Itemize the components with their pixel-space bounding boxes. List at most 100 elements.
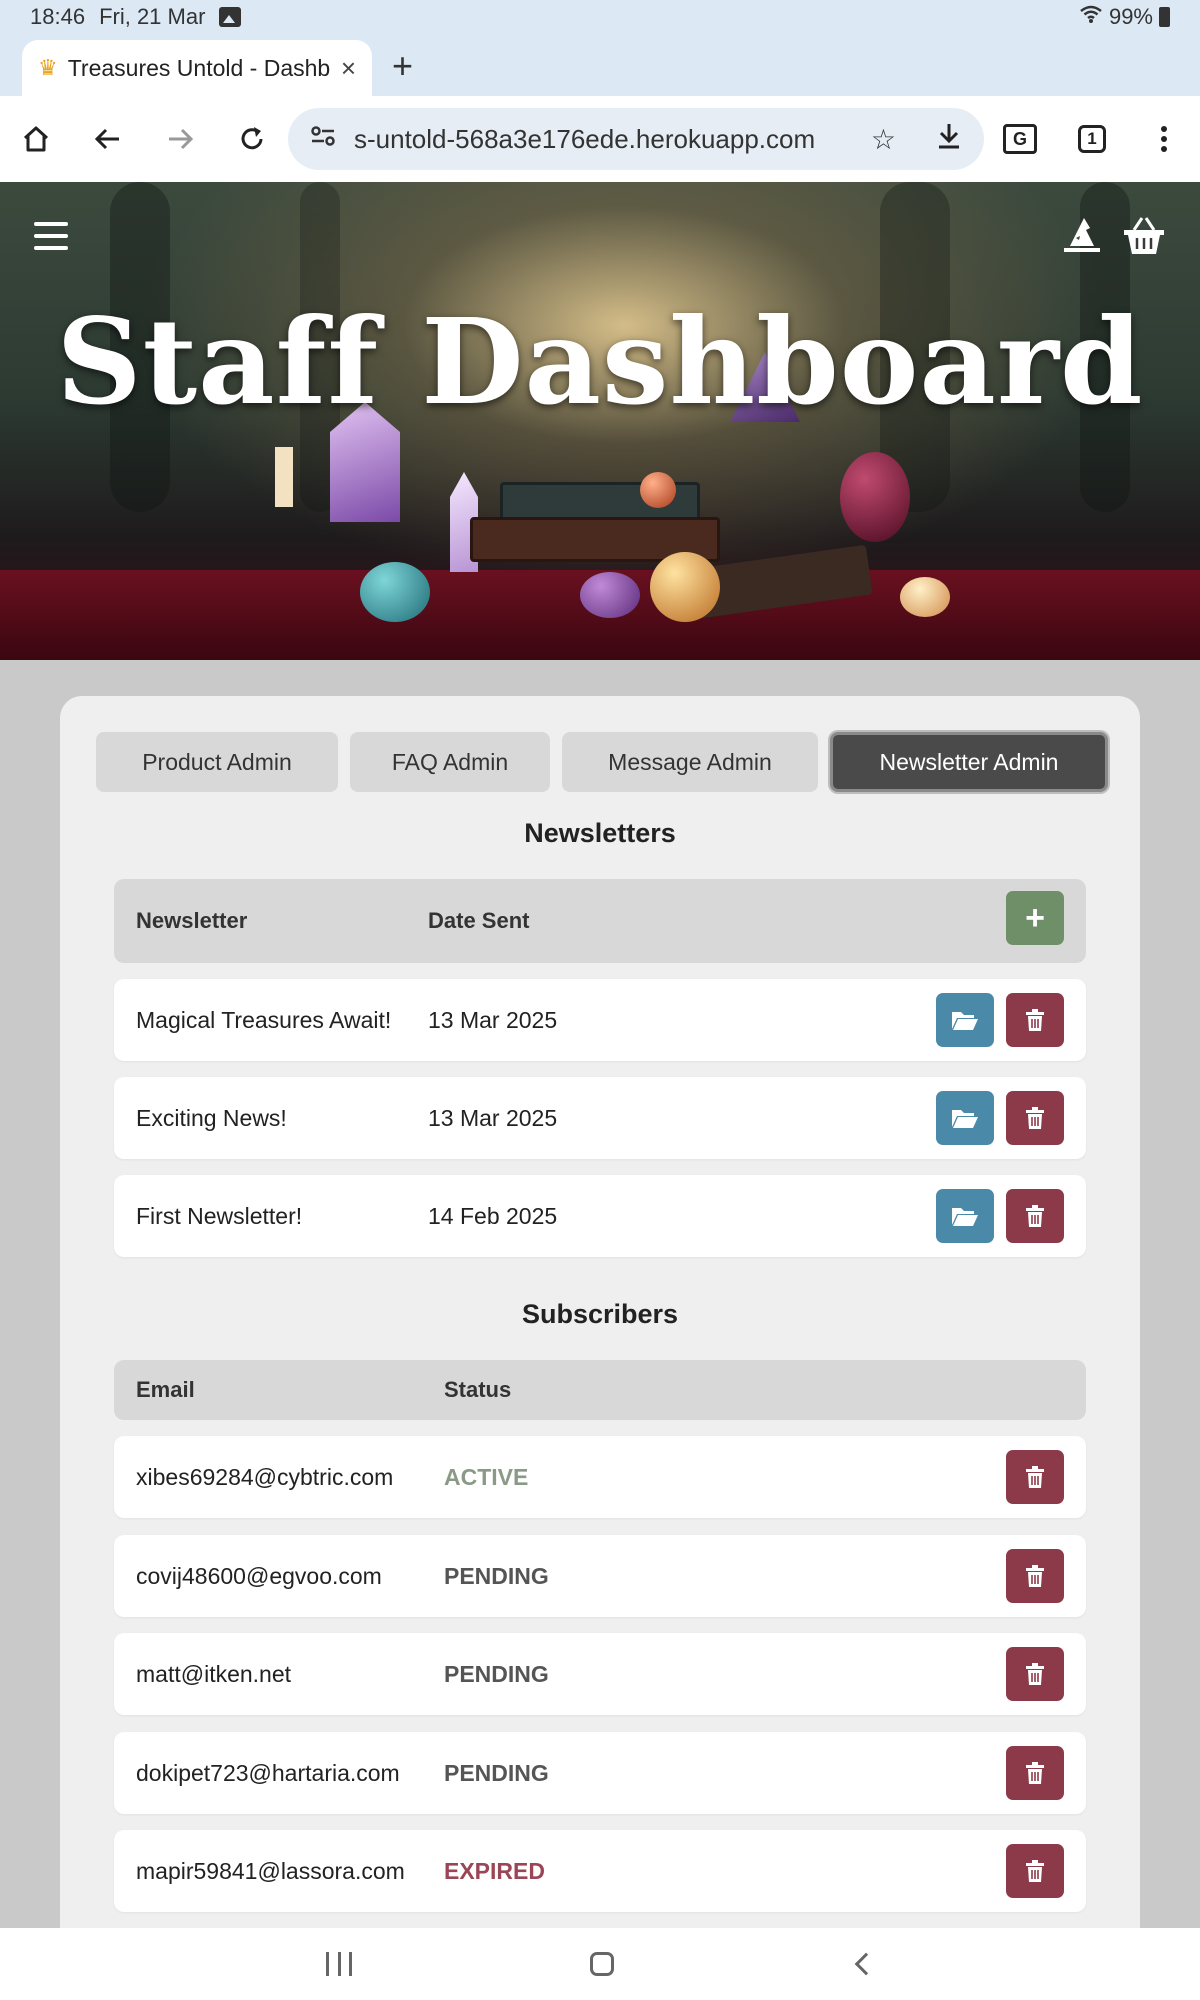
- newsletter-name: Magical Treasures Await!: [136, 1006, 392, 1033]
- folder-open-icon: [952, 1012, 978, 1030]
- bookmark-star-icon[interactable]: ☆: [871, 123, 896, 156]
- home-icon[interactable]: [6, 96, 66, 182]
- battery-percent: 99%: [1108, 4, 1153, 29]
- subscriber-email: mapir59841@lassora.com: [136, 1857, 405, 1884]
- table-row: First Newsletter! 14 Feb 2025: [114, 1175, 1086, 1257]
- column-header-newsletter: Newsletter: [136, 908, 248, 933]
- delete-subscriber-button[interactable]: [1006, 1549, 1064, 1603]
- hero-red-crystal: [640, 472, 676, 508]
- status-badge: PENDING: [444, 1562, 549, 1589]
- newsletter-date: 13 Mar 2025: [428, 1006, 558, 1033]
- open-newsletter-button[interactable]: [936, 1091, 994, 1145]
- new-tab-button[interactable]: +: [392, 44, 413, 88]
- subscribers-table-header: Email Status: [114, 1360, 1086, 1420]
- clock-time: 18:46: [30, 4, 86, 29]
- wizard-hat-icon[interactable]: [1062, 214, 1102, 254]
- open-newsletter-button[interactable]: [936, 993, 994, 1047]
- delete-subscriber-button[interactable]: [1006, 1844, 1064, 1898]
- trash-icon: [1026, 1762, 1044, 1784]
- delete-newsletter-button[interactable]: [1006, 993, 1064, 1047]
- status-badge: PENDING: [444, 1759, 549, 1786]
- system-status-bar: 18:46 Fri, 21 Mar 99%: [0, 0, 1200, 34]
- column-header-date-sent: Date Sent: [428, 908, 530, 933]
- forward-arrow-icon[interactable]: [150, 96, 210, 182]
- basket-icon[interactable]: [1122, 216, 1166, 256]
- table-row: xibes69284@cybtric.com ACTIVE: [114, 1436, 1086, 1518]
- delete-subscriber-button[interactable]: [1006, 1746, 1064, 1800]
- table-row: dokipet723@hartaria.com PENDING: [114, 1732, 1086, 1814]
- column-header-status: Status: [444, 1377, 512, 1402]
- gallery-notification-icon: [219, 7, 242, 27]
- battery-icon: [1159, 7, 1170, 27]
- newsletter-date: 14 Feb 2025: [428, 1202, 558, 1229]
- newsletters-table-header: Newsletter Date Sent +: [114, 879, 1086, 963]
- close-tab-icon[interactable]: ×: [341, 53, 356, 84]
- wifi-icon: [1079, 4, 1103, 30]
- status-badge: EXPIRED: [444, 1857, 545, 1884]
- trash-icon: [1026, 1663, 1044, 1685]
- add-newsletter-button[interactable]: +: [1006, 891, 1064, 945]
- download-icon[interactable]: [936, 122, 962, 157]
- back-arrow-icon[interactable]: [78, 96, 138, 182]
- browser-toolbar: s-untold-568a3e176ede.herokuapp.com ☆ G …: [0, 96, 1200, 182]
- tab-product-admin[interactable]: Product Admin: [96, 732, 338, 792]
- table-row: mapir59841@lassora.com EXPIRED: [114, 1830, 1086, 1912]
- newsletter-name: First Newsletter!: [136, 1202, 303, 1229]
- delete-subscriber-button[interactable]: [1006, 1647, 1064, 1701]
- address-bar[interactable]: s-untold-568a3e176ede.herokuapp.com ☆: [288, 108, 984, 170]
- newsletters-heading: Newsletters: [524, 818, 676, 848]
- folder-open-icon: [952, 1110, 978, 1128]
- delete-newsletter-button[interactable]: [1006, 1189, 1064, 1243]
- delete-newsletter-button[interactable]: [1006, 1091, 1064, 1145]
- clock-date: Fri, 21 Mar: [99, 4, 206, 29]
- hero-candle: [275, 447, 293, 507]
- trash-icon: [1026, 1466, 1044, 1488]
- hero-potion-bottle: [840, 452, 910, 542]
- subscriber-email: covij48600@egvoo.com: [136, 1562, 382, 1589]
- open-newsletter-button[interactable]: [936, 1189, 994, 1243]
- hero-amethyst-stone: [580, 572, 640, 618]
- subscriber-email: xibes69284@cybtric.com: [136, 1463, 394, 1490]
- status-badge: ACTIVE: [444, 1463, 529, 1490]
- tab-switcher-button[interactable]: 1: [1062, 96, 1122, 182]
- hero-turquoise-stone: [360, 562, 430, 622]
- trash-icon: [1026, 1860, 1044, 1882]
- site-settings-icon[interactable]: [310, 125, 336, 154]
- system-navigation-bar: [0, 1928, 1200, 2000]
- hamburger-menu-icon[interactable]: [34, 222, 68, 250]
- more-options-icon[interactable]: [1134, 96, 1194, 182]
- table-row: Magical Treasures Await! 13 Mar 2025: [114, 979, 1086, 1061]
- tab-message-admin[interactable]: Message Admin: [562, 732, 818, 792]
- back-nav-icon[interactable]: [854, 1952, 878, 1976]
- hero-candle-glow: [900, 577, 950, 617]
- browser-tab-title: Treasures Untold - Dashb: [67, 54, 331, 81]
- folder-open-icon: [952, 1208, 978, 1226]
- subscribers-heading: Subscribers: [521, 1299, 679, 1329]
- delete-subscriber-button[interactable]: [1006, 1450, 1064, 1504]
- tab-faq-admin[interactable]: FAQ Admin: [350, 732, 550, 792]
- tab-count: 1: [1078, 125, 1106, 153]
- page-title: Staff Dashboard: [56, 292, 1144, 431]
- newsletter-name: Exciting News!: [136, 1104, 287, 1131]
- trash-icon: [1026, 1107, 1044, 1129]
- trash-icon: [1026, 1565, 1044, 1587]
- tab-newsletter-admin[interactable]: Newsletter Admin: [830, 732, 1108, 792]
- status-badge: PENDING: [444, 1660, 549, 1687]
- translate-icon: G: [1003, 124, 1037, 154]
- dashboard-card: Product Admin FAQ Admin Message Admin Ne…: [60, 696, 1140, 2000]
- table-row: Exciting News! 13 Mar 2025: [114, 1077, 1086, 1159]
- subscriber-email: matt@itken.net: [136, 1660, 292, 1687]
- recent-apps-icon[interactable]: [326, 1952, 352, 1976]
- home-nav-icon[interactable]: [590, 1952, 614, 1976]
- table-row: matt@itken.net PENDING: [114, 1633, 1086, 1715]
- reload-icon[interactable]: [222, 96, 282, 182]
- hero-banner: Staff Dashboard: [0, 182, 1200, 660]
- subscriber-email: dokipet723@hartaria.com: [136, 1759, 400, 1786]
- browser-tab[interactable]: ♛ Treasures Untold - Dashb ×: [22, 40, 372, 96]
- browser-tab-strip: ♛ Treasures Untold - Dashb × +: [0, 34, 1200, 96]
- newsletter-date: 13 Mar 2025: [428, 1104, 558, 1131]
- translate-button[interactable]: G: [990, 96, 1050, 182]
- trash-icon: [1026, 1205, 1044, 1227]
- url-text: s-untold-568a3e176ede.herokuapp.com: [354, 123, 816, 154]
- table-row: covij48600@egvoo.com PENDING: [114, 1535, 1086, 1617]
